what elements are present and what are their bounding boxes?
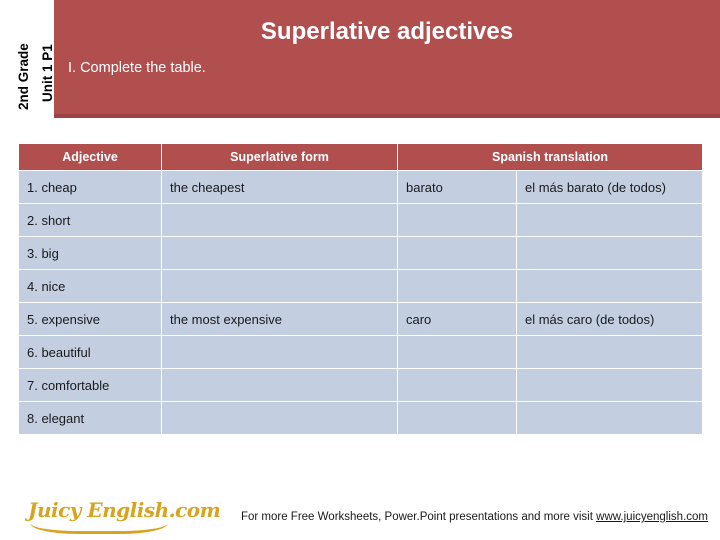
footer-website-link[interactable]: www.juicyenglish.com xyxy=(596,511,708,523)
cell-spanish-superlative[interactable] xyxy=(517,237,702,269)
table-row: 5. expensive the most expensive caro el … xyxy=(19,303,702,335)
grade-label: 2nd Grade xyxy=(16,43,31,110)
cell-adjective: 2. short xyxy=(19,204,161,236)
cell-spanish-superlative[interactable] xyxy=(517,204,702,236)
cell-superlative[interactable]: the cheapest xyxy=(162,171,397,203)
cell-superlative[interactable] xyxy=(162,237,397,269)
cell-spanish-adjective[interactable] xyxy=(398,369,516,401)
page-footer: Juicy English.com For more Free Workshee… xyxy=(0,492,720,540)
cell-spanish-adjective[interactable] xyxy=(398,204,516,236)
cell-superlative[interactable] xyxy=(162,270,397,302)
cell-adjective: 4. nice xyxy=(19,270,161,302)
juicy-english-logo: Juicy English.com xyxy=(28,496,221,536)
cell-spanish-adjective[interactable]: caro xyxy=(398,303,516,335)
cell-superlative[interactable] xyxy=(162,204,397,236)
instruction-text: I. Complete the table. xyxy=(68,60,206,76)
table-row: 2. short xyxy=(19,204,702,236)
cell-spanish-superlative[interactable]: el más barato (de todos) xyxy=(517,171,702,203)
cell-spanish-adjective[interactable]: barato xyxy=(398,171,516,203)
cell-spanish-superlative[interactable] xyxy=(517,369,702,401)
footer-note-text: For more Free Worksheets, Power.Point pr… xyxy=(240,511,597,523)
worksheet-table: Adjective Superlative form Spanish trans… xyxy=(18,143,703,435)
cell-superlative[interactable] xyxy=(162,402,397,434)
unit-label: Unit 1 P1 xyxy=(40,44,55,102)
header-band-shadow xyxy=(54,114,720,118)
footer-note: For more Free Worksheets, Power.Point pr… xyxy=(241,511,708,523)
grade-unit-block: 2nd Grade Unit 1 P1 xyxy=(0,0,55,118)
cell-spanish-superlative[interactable] xyxy=(517,270,702,302)
cell-spanish-adjective[interactable] xyxy=(398,237,516,269)
table-row: 3. big xyxy=(19,237,702,269)
logo-text: Juicy English.com xyxy=(28,498,221,522)
table-row: 8. elegant xyxy=(19,402,702,434)
cell-spanish-superlative[interactable] xyxy=(517,402,702,434)
cell-adjective: 5. expensive xyxy=(19,303,161,335)
cell-superlative[interactable] xyxy=(162,336,397,368)
cell-adjective: 6. beautiful xyxy=(19,336,161,368)
table-row: 6. beautiful xyxy=(19,336,702,368)
table-row: 7. comfortable xyxy=(19,369,702,401)
cell-superlative[interactable]: the most expensive xyxy=(162,303,397,335)
cell-adjective: 3. big xyxy=(19,237,161,269)
cell-spanish-adjective[interactable] xyxy=(398,402,516,434)
page-header: 2nd Grade Unit 1 P1 Superlative adjectiv… xyxy=(0,0,720,118)
column-header-superlative: Superlative form xyxy=(162,144,397,170)
cell-adjective: 8. elegant xyxy=(19,402,161,434)
cell-spanish-adjective[interactable] xyxy=(398,270,516,302)
table-header-row: Adjective Superlative form Spanish trans… xyxy=(19,144,702,170)
cell-adjective: 7. comfortable xyxy=(19,369,161,401)
page-title: Superlative adjectives xyxy=(260,18,514,45)
worksheet-table-wrapper: Adjective Superlative form Spanish trans… xyxy=(18,143,702,435)
column-header-adjective: Adjective xyxy=(19,144,161,170)
table-row: 4. nice xyxy=(19,270,702,302)
cell-adjective: 1. cheap xyxy=(19,171,161,203)
cell-spanish-adjective[interactable] xyxy=(398,336,516,368)
cell-spanish-superlative[interactable]: el más caro (de todos) xyxy=(517,303,702,335)
table-row: 1. cheap the cheapest barato el más bara… xyxy=(19,171,702,203)
column-header-spanish: Spanish translation xyxy=(398,144,702,170)
cell-superlative[interactable] xyxy=(162,369,397,401)
logo-swoosh-icon xyxy=(30,523,168,534)
cell-spanish-superlative[interactable] xyxy=(517,336,702,368)
